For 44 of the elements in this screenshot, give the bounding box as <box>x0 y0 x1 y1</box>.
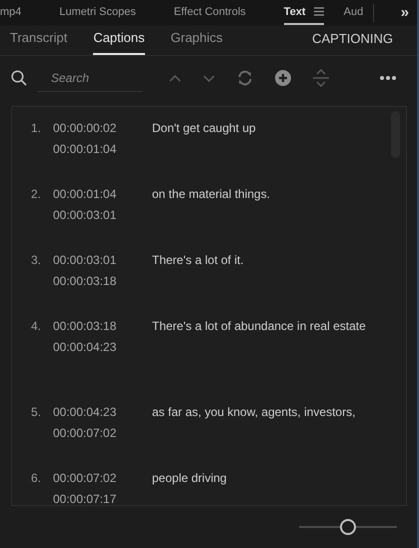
caption-text[interactable]: as far as, you know, agents, investors, <box>152 402 372 423</box>
caption-number: 6. <box>30 470 42 487</box>
caption-number: 3. <box>30 252 42 269</box>
caption-number: 5. <box>30 404 42 421</box>
end-time[interactable]: 00:00:01:04 <box>53 139 152 160</box>
search-field[interactable]: Search <box>37 64 143 92</box>
sub-tab[interactable]: Transcript <box>10 30 68 55</box>
add-icon[interactable] <box>275 70 291 86</box>
captioning-label: CAPTIONING <box>312 31 393 48</box>
sub-tab[interactable]: Graphics <box>170 30 223 55</box>
chevron-down-icon[interactable] <box>203 74 215 82</box>
menu-icon[interactable] <box>314 7 324 16</box>
sub-tab[interactable]: Captions <box>93 30 145 55</box>
end-time[interactable]: 00:00:04:23 <box>53 337 152 358</box>
more-icon[interactable] <box>380 76 396 80</box>
panel-tab[interactable]: Lumetri Scopes <box>59 0 136 25</box>
start-time[interactable]: 00:00:07:02 <box>53 468 152 489</box>
chevron-up-icon[interactable] <box>169 74 181 82</box>
panel-tab[interactable]: Text <box>284 0 324 25</box>
caption-number: 1. <box>30 120 42 137</box>
start-time[interactable]: 00:00:03:01 <box>53 250 152 271</box>
panel-tab[interactable]: mp4 <box>0 0 22 25</box>
end-time[interactable]: 00:00:03:18 <box>53 271 152 292</box>
start-time[interactable]: 00:00:01:04 <box>53 184 152 205</box>
caption-text[interactable]: people driving <box>152 468 372 489</box>
caption-number: 4. <box>30 318 42 335</box>
slider-thumb[interactable] <box>340 519 356 535</box>
caption-number: 2. <box>30 186 42 203</box>
end-time[interactable]: 00:00:07:02 <box>53 423 152 444</box>
split-icon[interactable] <box>313 69 329 87</box>
start-time[interactable]: 00:00:00:02 <box>53 118 152 139</box>
start-time[interactable]: 00:00:04:23 <box>53 402 152 423</box>
caption-text[interactable]: Don't get caught up <box>152 118 372 139</box>
caption-text[interactable]: There's a lot of it. <box>152 250 372 271</box>
start-time[interactable]: 00:00:03:18 <box>53 316 152 337</box>
sync-icon[interactable] <box>237 70 253 86</box>
caption-text[interactable]: There's a lot of abundance in real estate <box>152 316 372 337</box>
end-time[interactable]: 00:00:03:01 <box>53 205 152 226</box>
overflow-button[interactable]: » <box>400 4 409 21</box>
panel-tab[interactable]: Effect Controls <box>174 0 246 25</box>
end-time[interactable]: 00:00:07:17 <box>53 489 152 505</box>
search-icon[interactable] <box>11 70 27 86</box>
caption-text[interactable]: on the material things. <box>152 184 372 205</box>
panel-tab[interactable]: Aud <box>344 0 364 25</box>
